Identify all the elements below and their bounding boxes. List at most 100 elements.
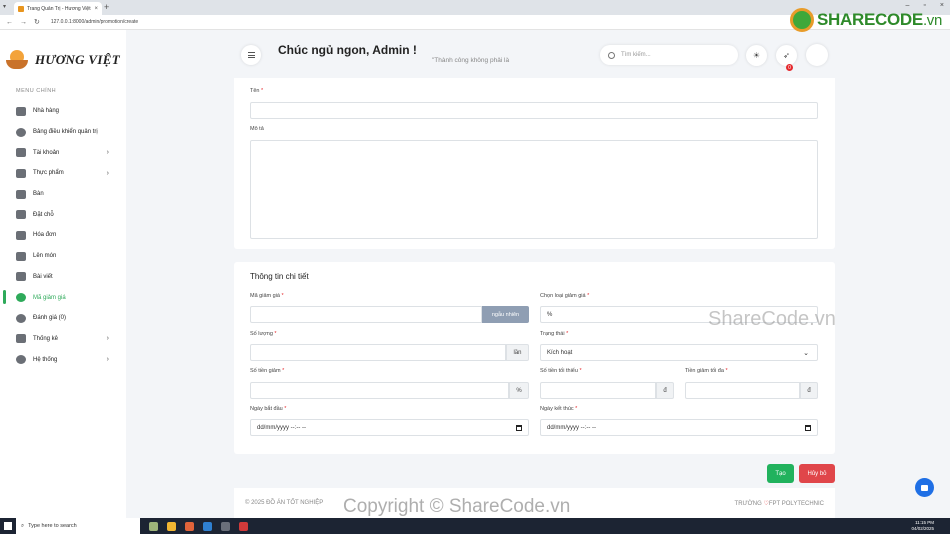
close-tab-icon[interactable]: × bbox=[94, 6, 98, 12]
sidebar-item-promotions[interactable]: Mã giảm giá bbox=[0, 287, 126, 308]
min-amount-field[interactable] bbox=[540, 382, 656, 399]
quantity-label: Số lượng * bbox=[250, 331, 277, 337]
sidebar-item-label: Tài khoản bbox=[33, 149, 60, 156]
calendar-icon[interactable] bbox=[805, 425, 811, 431]
footer-school: TRƯỜNG ♡FPT POLYTECHNIC bbox=[734, 501, 824, 507]
search-icon bbox=[608, 51, 615, 59]
sidebar-item-restaurant[interactable]: Nhà hàng bbox=[0, 101, 126, 122]
back-icon[interactable]: ← bbox=[6, 19, 13, 26]
sidebar-item-label: Bảng điều khiển quản trị bbox=[33, 129, 98, 136]
detail-section-title: Thông tin chi tiết bbox=[250, 272, 309, 281]
taskbar-clock[interactable]: 11:15 PM 04/02/2025 bbox=[911, 520, 934, 532]
sidebar: HƯƠNG VIỆT MENU CHÍNH Nhà hàng Bảng điều… bbox=[0, 30, 126, 518]
sidebar-item-dashboard[interactable]: Bảng điều khiển quản trị bbox=[0, 122, 126, 143]
max-discount-unit: đ bbox=[800, 382, 818, 399]
sidebar-item-food[interactable]: Thực phẩm › bbox=[0, 163, 126, 184]
sidebar-item-reviews[interactable]: Đánh giá (0) bbox=[0, 308, 126, 329]
url-field[interactable]: 127.0.0.1:8000/admin/promotion/create bbox=[51, 19, 138, 25]
rocket-notification-icon[interactable]: ➶ bbox=[776, 45, 797, 66]
taskbar-search-placeholder: Type here to search bbox=[28, 523, 77, 529]
forward-icon[interactable]: → bbox=[20, 19, 27, 26]
terminal-icon[interactable] bbox=[221, 521, 230, 531]
sidebar-item-label: Thực phẩm bbox=[33, 170, 64, 177]
discount-type-value: % bbox=[547, 311, 553, 318]
search-icon: ⌕ bbox=[21, 522, 25, 529]
logo-text: HƯƠNG VIỆT bbox=[35, 52, 120, 67]
quote-text: "Thành công không phải là bbox=[432, 57, 510, 64]
sidebar-item-posts[interactable]: Bài viết bbox=[0, 267, 126, 288]
end-date-placeholder: dd/mm/yyyy --:-- -- bbox=[547, 424, 596, 431]
watermark-logo-icon bbox=[790, 8, 814, 32]
quantity-field[interactable] bbox=[250, 344, 506, 361]
random-code-button[interactable]: ngẫu nhiên bbox=[482, 306, 529, 323]
sidebar-item-reservations[interactable]: Đặt chỗ bbox=[0, 204, 126, 225]
description-textarea[interactable] bbox=[250, 140, 818, 239]
sidebar-item-label: Đánh giá (0) bbox=[33, 315, 67, 322]
browser-tab[interactable]: Trang Quản Trị - Hương Việt × bbox=[14, 2, 102, 15]
logo[interactable]: HƯƠNG VIỆT bbox=[6, 50, 120, 70]
avatar[interactable] bbox=[806, 44, 828, 66]
amount-unit: % bbox=[509, 382, 529, 399]
chevron-right-icon: › bbox=[106, 335, 109, 343]
sidebar-item-label: Bàn bbox=[33, 191, 44, 198]
start-date-placeholder: dd/mm/yyyy --:-- -- bbox=[257, 424, 306, 431]
app-icon[interactable] bbox=[239, 521, 248, 531]
windows-icon bbox=[4, 522, 12, 530]
amount-field[interactable] bbox=[250, 382, 509, 399]
sidebar-item-invoices[interactable]: Hóa đơn bbox=[0, 225, 126, 246]
hamburger-menu-icon[interactable] bbox=[241, 45, 261, 65]
watermark-middle: ShareCode.vn bbox=[708, 308, 836, 330]
discount-type-label: Chọn loại giảm giá * bbox=[540, 293, 590, 299]
file-explorer-icon[interactable] bbox=[167, 521, 176, 531]
chat-icon bbox=[921, 484, 928, 491]
chevron-right-icon: › bbox=[106, 149, 109, 157]
basic-info-card: Tên * Mô tả bbox=[234, 78, 835, 249]
cogs-icon bbox=[16, 355, 26, 365]
reload-icon[interactable]: ↻ bbox=[34, 18, 40, 26]
search-placeholder: Tìm kiếm... bbox=[621, 52, 651, 58]
calendar-icon[interactable] bbox=[516, 425, 522, 431]
sidebar-item-tables[interactable]: Bàn bbox=[0, 184, 126, 205]
sidebar-item-label: Hóa đơn bbox=[33, 232, 57, 239]
end-date-field[interactable]: dd/mm/yyyy --:-- -- bbox=[540, 419, 818, 436]
taskview-icon[interactable] bbox=[149, 521, 158, 531]
search-input[interactable]: Tìm kiếm... bbox=[600, 45, 738, 65]
sidebar-item-label: Lên món bbox=[33, 253, 57, 260]
chart-icon bbox=[16, 334, 26, 344]
sidebar-item-system[interactable]: Hệ thống › bbox=[0, 349, 126, 370]
start-date-label: Ngày bắt đầu * bbox=[250, 406, 287, 412]
tab-menu-icon[interactable]: ▾ bbox=[3, 3, 6, 10]
max-discount-label: Tiền giảm tối đa * bbox=[685, 368, 728, 374]
users-icon bbox=[16, 148, 26, 158]
name-field[interactable] bbox=[250, 102, 818, 119]
ticket-icon bbox=[16, 293, 26, 303]
min-amount-unit: đ bbox=[656, 382, 674, 399]
table-icon bbox=[16, 189, 26, 199]
amount-label: Số tiền giảm * bbox=[250, 368, 285, 374]
browser-tab-title: Trang Quản Trị - Hương Việt bbox=[27, 5, 91, 12]
create-button[interactable]: Tạo bbox=[767, 464, 794, 483]
sidebar-item-statistics[interactable]: Thống kê › bbox=[0, 329, 126, 350]
max-discount-field[interactable] bbox=[685, 382, 800, 399]
sidebar-item-accounts[interactable]: Tài khoản › bbox=[0, 142, 126, 163]
menu-title: MENU CHÍNH bbox=[16, 88, 57, 94]
chat-button[interactable] bbox=[915, 478, 934, 497]
quantity-unit: lần bbox=[506, 344, 529, 361]
detail-info-card: Thông tin chi tiết Mã giảm giá * ngẫu nh… bbox=[234, 262, 835, 454]
start-button[interactable] bbox=[0, 518, 16, 534]
greeting-text: Chúc ngủ ngon, Admin ! bbox=[278, 43, 417, 57]
cancel-button[interactable]: Hủy bỏ bbox=[799, 464, 835, 483]
status-select[interactable]: Kích hoạt ⌄ bbox=[540, 344, 818, 361]
new-tab-icon[interactable]: + bbox=[104, 2, 109, 12]
calendar-icon bbox=[16, 210, 26, 220]
sidebar-item-serving[interactable]: Lên món bbox=[0, 246, 126, 267]
description-label: Mô tả bbox=[250, 126, 264, 132]
taskbar-search[interactable]: ⌕ Type here to search bbox=[16, 518, 140, 534]
vscode-icon[interactable] bbox=[203, 521, 212, 531]
sidebar-item-label: Thống kê bbox=[33, 335, 59, 342]
theme-toggle-sun-icon[interactable]: ☀ bbox=[746, 45, 767, 66]
browser-app-icon[interactable] bbox=[185, 521, 194, 531]
code-field[interactable] bbox=[250, 306, 482, 323]
start-date-field[interactable]: dd/mm/yyyy --:-- -- bbox=[250, 419, 529, 436]
utensils-icon bbox=[16, 168, 26, 178]
